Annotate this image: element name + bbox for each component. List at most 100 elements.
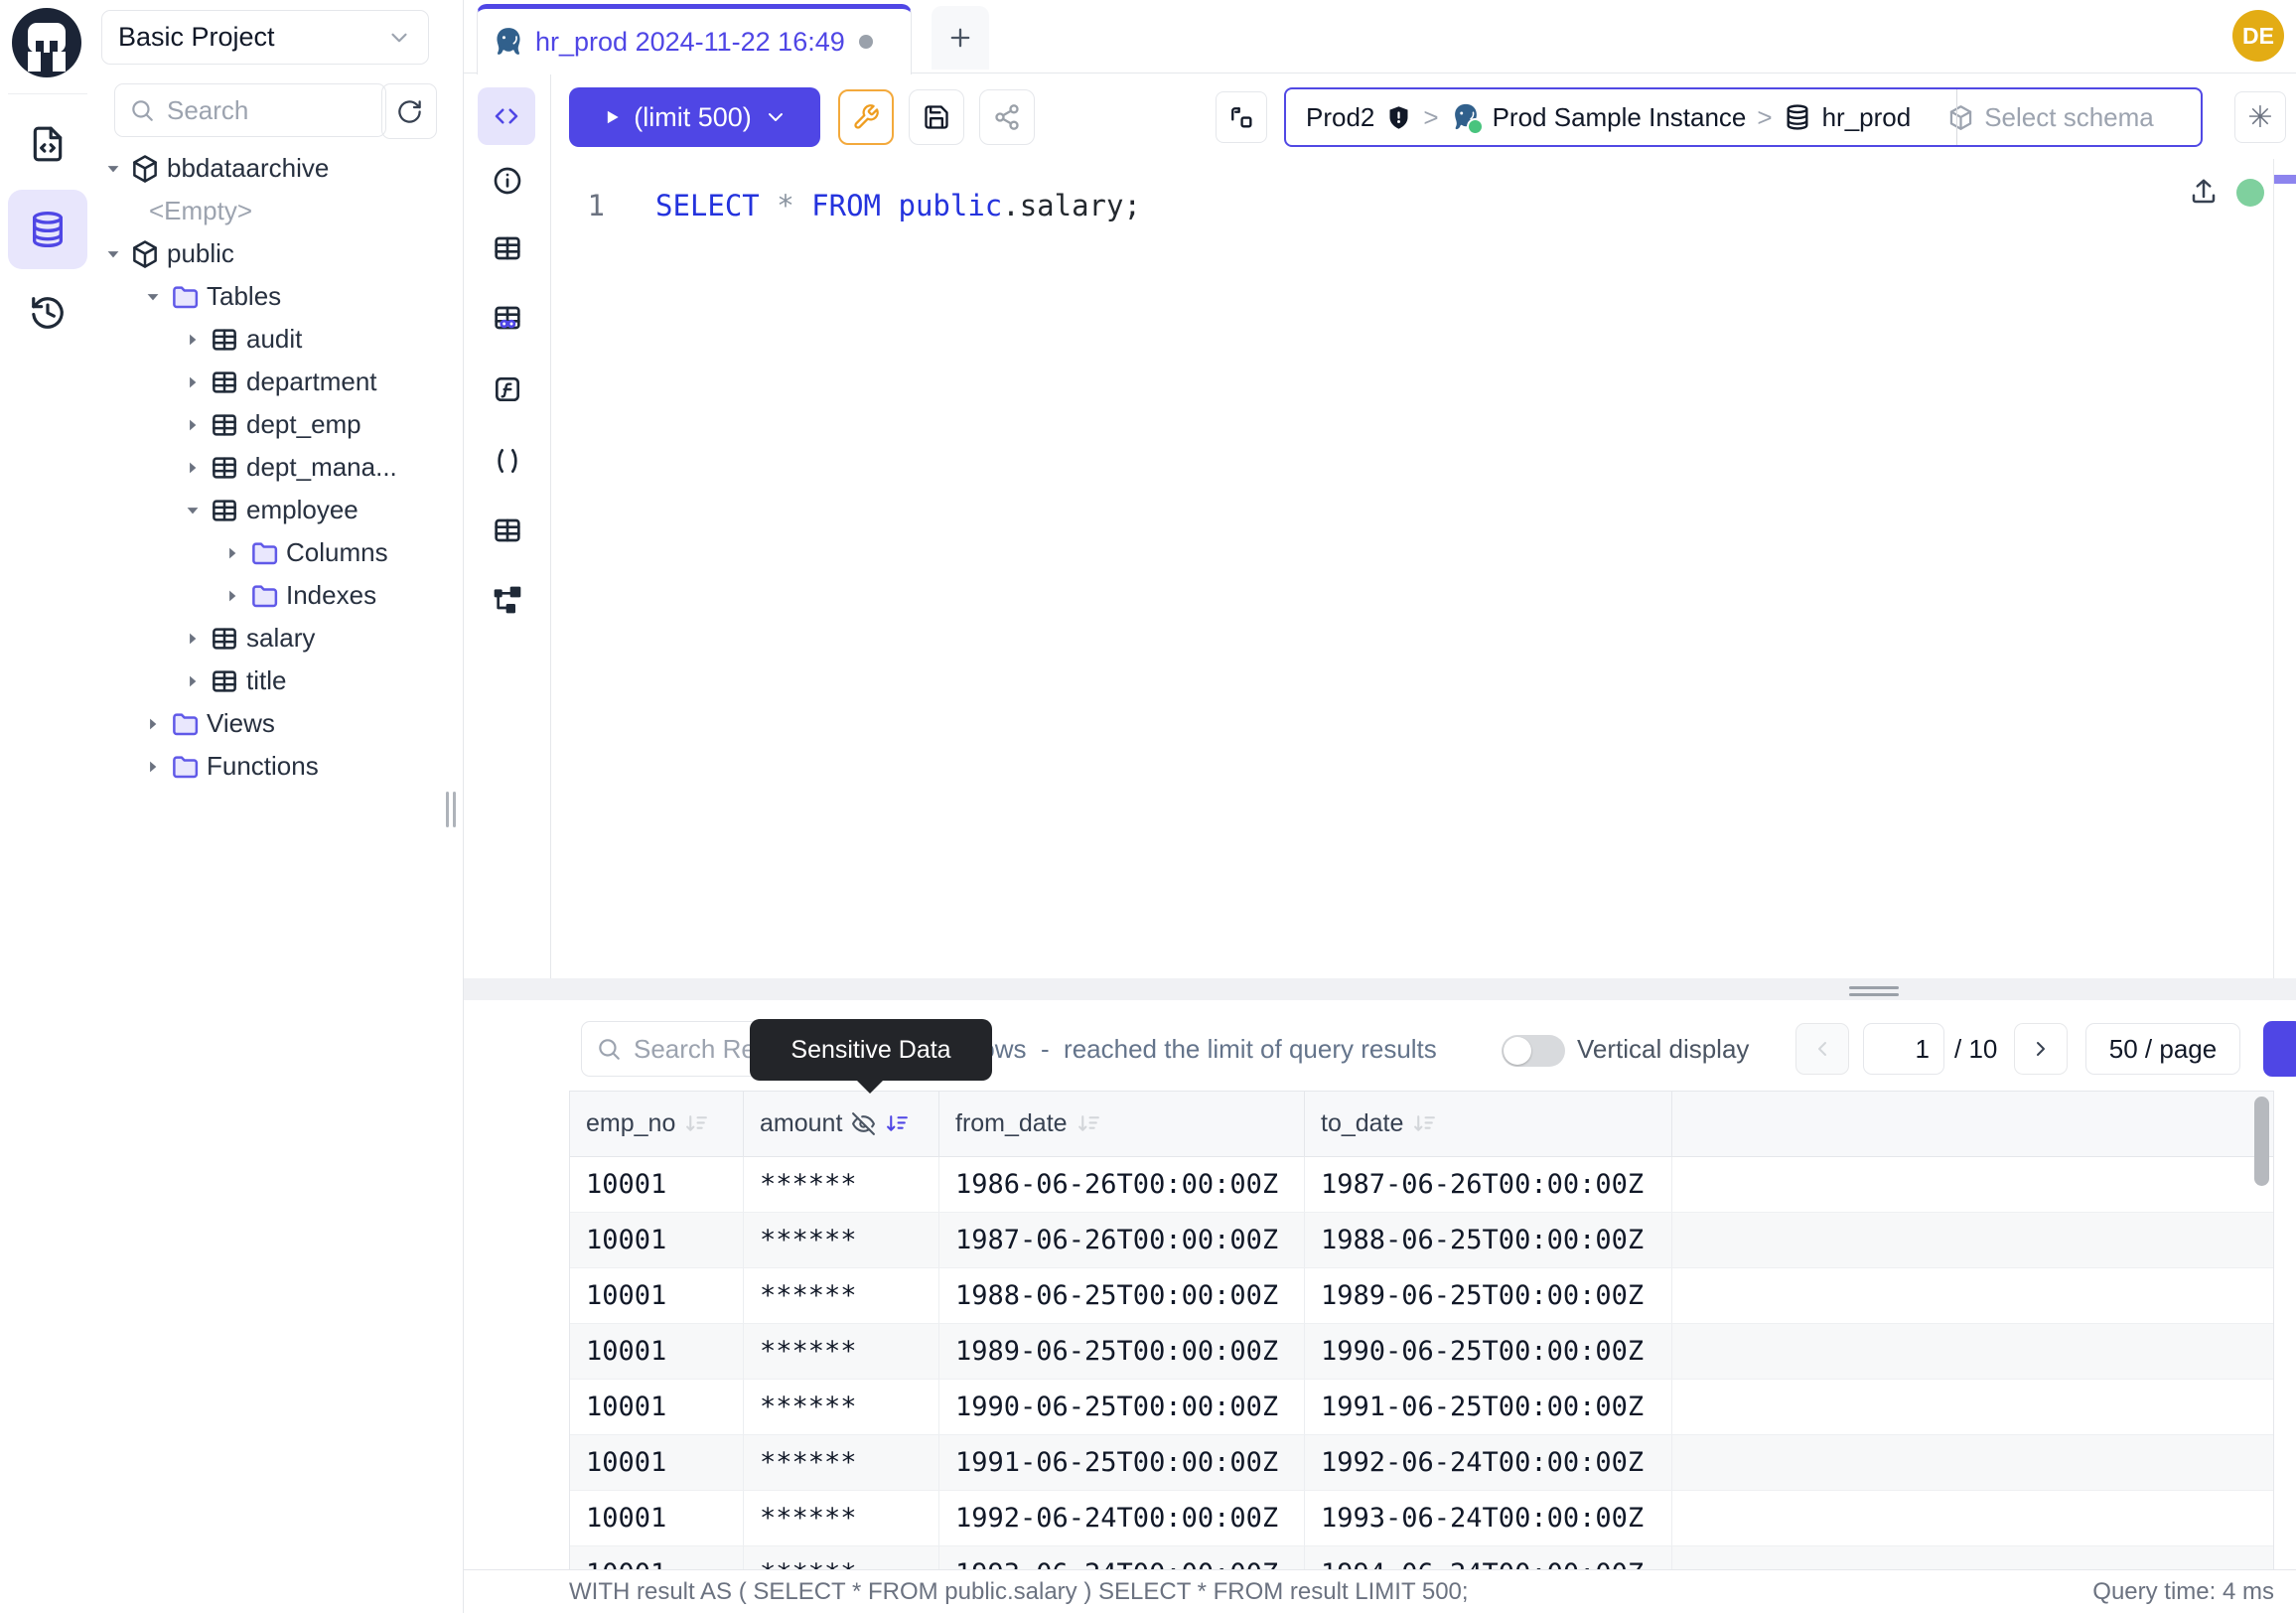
tree-item-indexes[interactable]: Indexes: [95, 574, 463, 617]
external-table-icon[interactable]: [492, 514, 523, 546]
tree-item-columns[interactable]: Columns: [95, 531, 463, 574]
tree-item-dept-mana[interactable]: dept_mana...: [95, 446, 463, 489]
shield-alert-icon: [1385, 104, 1412, 131]
tree-item-label: public: [167, 238, 234, 269]
project-selector[interactable]: Basic Project: [101, 10, 429, 65]
table-cell: 1993-06-24T00:00:00Z: [939, 1546, 1305, 1569]
refresh-schema-button[interactable]: [381, 83, 437, 139]
chevron-right-icon[interactable]: [183, 330, 203, 350]
table-row: 10001******1992-06-24T00:00:00Z1993-06-2…: [570, 1491, 2273, 1546]
connection-breadcrumb[interactable]: Prod2 > Prod Sample Instance > hr_prod S…: [1284, 87, 2203, 147]
column-header-emp_no[interactable]: emp_no: [570, 1092, 744, 1156]
table-cell: 1989-06-25T00:00:00Z: [1305, 1268, 1672, 1324]
chevron-down-icon[interactable]: [143, 287, 163, 307]
sidebar-search-input[interactable]: [165, 94, 338, 127]
tree-item-functions[interactable]: Functions: [95, 745, 463, 788]
sensitive-table-icon[interactable]: [492, 302, 523, 334]
query-time-label: Query time: 4 ms: [2092, 1571, 2274, 1613]
chevron-down-icon[interactable]: [183, 501, 203, 520]
panel-divider[interactable]: [464, 978, 2296, 1000]
sidebar-search[interactable]: [114, 83, 386, 137]
share-button[interactable]: [979, 89, 1035, 145]
chevron-down-icon[interactable]: [103, 244, 123, 264]
tree-item-views[interactable]: Views: [95, 702, 463, 745]
tree-item-tables[interactable]: Tables: [95, 275, 463, 318]
editor-scrollbar[interactable]: [2273, 159, 2274, 978]
function-icon[interactable]: [492, 373, 523, 405]
history-icon[interactable]: [29, 294, 67, 332]
batch-icon: [1227, 103, 1255, 131]
tree-item-department[interactable]: department: [95, 361, 463, 403]
ai-assistant-button[interactable]: ✳: [2234, 91, 2286, 143]
table-icon: [210, 325, 239, 355]
tree-item-audit[interactable]: audit: [95, 318, 463, 361]
chevron-right-icon[interactable]: [143, 757, 163, 777]
folder-icon: [170, 752, 200, 782]
table-icon: [210, 367, 239, 397]
table-cell: 1987-06-26T00:00:00Z: [939, 1213, 1305, 1268]
share-icon: [993, 103, 1021, 131]
tree-item-bbdataarchive[interactable]: bbdataarchive: [95, 147, 463, 190]
table-panel-icon[interactable]: [492, 232, 523, 264]
worksheet-icon[interactable]: [29, 125, 67, 163]
eye-off-icon[interactable]: [851, 1111, 876, 1136]
sort-icon[interactable]: [1412, 1111, 1437, 1136]
tree-item-title[interactable]: title: [95, 660, 463, 702]
chevron-right-icon[interactable]: [222, 586, 242, 606]
upload-icon[interactable]: [2189, 177, 2219, 207]
tree-item-dept-emp[interactable]: dept_emp: [95, 403, 463, 446]
sql-editor[interactable]: 1 SELECT * FROM public.salary;: [569, 185, 1141, 226]
chevron-down-icon[interactable]: [764, 105, 788, 129]
column-header-to_date[interactable]: to_date: [1305, 1092, 1672, 1156]
table-cell: [1672, 1491, 2273, 1546]
procedure-icon[interactable]: [492, 445, 523, 477]
save-sheet-button[interactable]: [909, 89, 964, 145]
page-size-select[interactable]: 50 / page: [2085, 1023, 2240, 1075]
schema-diagram-icon[interactable]: [492, 584, 523, 616]
avatar[interactable]: DE: [2232, 10, 2284, 62]
chevron-right-icon[interactable]: [183, 415, 203, 435]
prev-page-button[interactable]: [1795, 1023, 1849, 1075]
chevron-right-icon[interactable]: [183, 458, 203, 478]
bytebase-logo[interactable]: [12, 8, 81, 77]
info-icon[interactable]: [492, 165, 523, 197]
sort-icon[interactable]: [885, 1111, 910, 1136]
run-query-button[interactable]: (limit 500): [569, 87, 820, 147]
table-cell: [1672, 1157, 2273, 1213]
chevron-right-icon[interactable]: [222, 543, 242, 563]
column-header-from_date[interactable]: from_date: [939, 1092, 1305, 1156]
next-page-button[interactable]: [2014, 1023, 2068, 1075]
new-tab-button[interactable]: [932, 6, 989, 70]
column-header-amount[interactable]: amount: [744, 1092, 939, 1156]
chevron-left-icon: [1810, 1037, 1834, 1061]
tree-item-empty[interactable]: <Empty>: [95, 190, 463, 232]
sort-icon[interactable]: [1076, 1111, 1101, 1136]
chevron-right-icon[interactable]: [183, 372, 203, 392]
tree-item-salary[interactable]: salary: [95, 617, 463, 660]
export-button[interactable]: [2263, 1021, 2296, 1077]
tree-item-employee[interactable]: employee: [95, 489, 463, 531]
admin-wrench-button[interactable]: [838, 89, 894, 145]
tab-hr-prod[interactable]: hr_prod 2024-11-22 16:49: [477, 4, 912, 74]
sql-editor-mode-button[interactable]: [478, 87, 535, 145]
chevron-down-icon[interactable]: [103, 159, 123, 179]
chevron-right-icon[interactable]: [183, 629, 203, 649]
page-number-input[interactable]: [1863, 1023, 1944, 1075]
results-scrollbar-thumb[interactable]: [2254, 1097, 2269, 1186]
select-schema[interactable]: Select schema: [1947, 102, 2154, 133]
sort-icon[interactable]: [684, 1111, 709, 1136]
tree-item-public[interactable]: public: [95, 232, 463, 275]
table-icon: [210, 666, 239, 696]
database-label: hr_prod: [1822, 102, 1912, 133]
tree-item-label: title: [246, 665, 286, 696]
row-limit-text: 500 rows - reached the limit of query re…: [922, 1021, 1437, 1077]
folder-icon: [249, 581, 279, 611]
vertical-display-toggle[interactable]: [1502, 1035, 1565, 1067]
rail-item-database[interactable]: [8, 190, 87, 269]
table-row: 10001******1993-06-24T00:00:00Z1994-06-2…: [570, 1546, 2273, 1569]
column-header-filler: [1672, 1092, 2273, 1156]
chevron-right-icon[interactable]: [143, 714, 163, 734]
batch-query-button[interactable]: [1216, 91, 1267, 143]
folder-icon: [249, 538, 279, 568]
chevron-right-icon[interactable]: [183, 671, 203, 691]
